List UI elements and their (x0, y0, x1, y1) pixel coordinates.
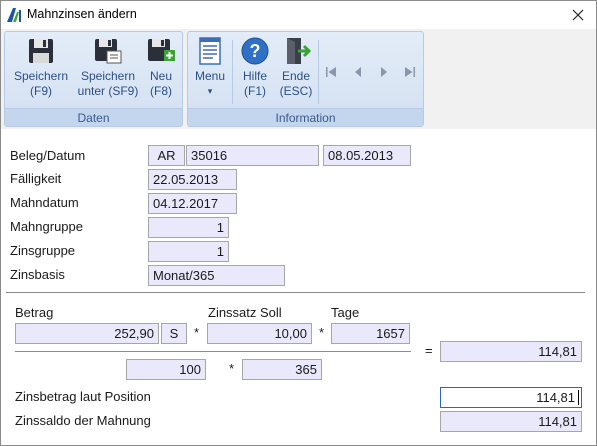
help-button-shortcut: (F1) (244, 84, 266, 98)
close-icon (572, 9, 584, 21)
close-button[interactable] (560, 1, 596, 29)
ribbon-group-label-daten: Daten (5, 108, 182, 126)
field-ergebnis[interactable]: 114,81 (440, 341, 582, 362)
field-zinssatz-soll[interactable]: 10,00 (207, 323, 312, 344)
title-bar: Mahnzinsen ändern (1, 1, 596, 29)
label-zinsbasis: Zinsbasis (10, 267, 65, 282)
new-button-label: Neu (149, 69, 172, 83)
exit-button[interactable]: Ende (ESC) (276, 36, 316, 99)
floppy-disk-icon (29, 39, 53, 63)
floppy-disk-new-icon (148, 39, 175, 61)
window-title: Mahnzinsen ändern (27, 7, 137, 21)
label-faelligkeit: Fälligkeit (10, 171, 62, 186)
save-as-button-shortcut: unter (SF9) (77, 84, 139, 98)
label-mahngruppe: Mahngruppe (10, 219, 83, 234)
help-button-label: Hilfe (242, 69, 267, 83)
operator-equals: = (425, 343, 433, 358)
last-record-icon[interactable] (404, 66, 416, 78)
label-zinssatz-soll: Zinssatz Soll (208, 305, 282, 320)
save-button-shortcut: (F9) (30, 84, 52, 98)
exit-button-label: Ende (281, 69, 311, 83)
new-button-shortcut: (F8) (150, 84, 172, 98)
field-beleg-nr[interactable]: 35016 (186, 145, 319, 166)
menu-document-icon (199, 37, 221, 65)
save-as-button-label: Speichern (80, 69, 136, 83)
field-tage[interactable]: 1657 (331, 323, 410, 344)
operator-multiply: * (229, 361, 235, 376)
field-mahndatum[interactable]: 04.12.2017 (148, 193, 237, 214)
previous-record-icon[interactable] (352, 66, 364, 78)
field-zinsbasis[interactable]: Monat/365 (148, 265, 285, 286)
label-zinsbetrag-position: Zinsbetrag laut Position (15, 389, 151, 404)
section-divider (6, 292, 585, 293)
chevron-down-icon: ▾ (207, 86, 213, 96)
ribbon-group-information: Menu ▾ ? Hilfe (F1) Ende (ESC) Informati… (187, 31, 424, 127)
dialog-window: Mahnzinsen ändern Speichern (F9) Speiche… (0, 0, 597, 446)
fraction-line (15, 351, 411, 352)
floppy-disk-save-as-icon (95, 39, 122, 64)
menu-button[interactable]: Menu ▾ (192, 36, 228, 99)
ribbon-separator (232, 40, 233, 104)
svg-text:?: ? (250, 41, 261, 61)
menu-button-label: Menu (194, 69, 226, 83)
exit-door-icon (287, 38, 311, 64)
label-betrag: Betrag (15, 305, 54, 320)
field-faelligkeit[interactable]: 22.05.2013 (148, 169, 237, 190)
form-area: Beleg/Datum AR 35016 08.05.2013 Fälligke… (1, 129, 596, 445)
field-betrag-flag[interactable]: S (161, 323, 187, 344)
save-button[interactable]: Speichern (F9) (9, 36, 73, 99)
field-zinssaldo-mahnung[interactable]: 114,81 (440, 411, 582, 432)
text-cursor (578, 390, 579, 405)
field-zinsgruppe[interactable]: 1 (148, 241, 229, 262)
ribbon-toolbar: Speichern (F9) Speichern unter (SF9) Neu… (1, 29, 596, 129)
help-button[interactable]: ? Hilfe (F1) (236, 36, 274, 99)
field-divisor-prozent[interactable]: 100 (126, 359, 206, 380)
save-button-label: Speichern (13, 69, 69, 83)
label-mahndatum: Mahndatum (10, 195, 79, 210)
app-logo-icon (7, 8, 21, 22)
field-zinsbetrag-position[interactable]: 114,81 (440, 387, 582, 408)
ribbon-separator (318, 40, 319, 104)
field-mahngruppe[interactable]: 1 (148, 217, 229, 238)
operator-multiply: * (319, 325, 325, 340)
field-beleg-datum[interactable]: 08.05.2013 (323, 145, 411, 166)
field-divisor-tage[interactable]: 365 (242, 359, 322, 380)
save-as-button[interactable]: Speichern unter (SF9) (75, 36, 141, 99)
first-record-icon[interactable] (325, 66, 337, 78)
exit-button-shortcut: (ESC) (279, 84, 313, 98)
label-beleg-datum: Beleg/Datum (10, 148, 86, 163)
new-button[interactable]: Neu (F8) (143, 36, 179, 99)
field-beleg-typ[interactable]: AR (148, 145, 185, 166)
help-icon: ? (241, 37, 269, 65)
label-zinssaldo-mahnung: Zinssaldo der Mahnung (15, 413, 151, 428)
field-betrag[interactable]: 252,90 (15, 323, 159, 344)
ribbon-group-label-information: Information (188, 108, 423, 126)
ribbon-group-daten: Speichern (F9) Speichern unter (SF9) Neu… (4, 31, 183, 127)
next-record-icon[interactable] (378, 66, 390, 78)
label-zinsgruppe: Zinsgruppe (10, 243, 76, 258)
label-tage: Tage (331, 305, 360, 320)
operator-multiply: * (194, 325, 200, 340)
